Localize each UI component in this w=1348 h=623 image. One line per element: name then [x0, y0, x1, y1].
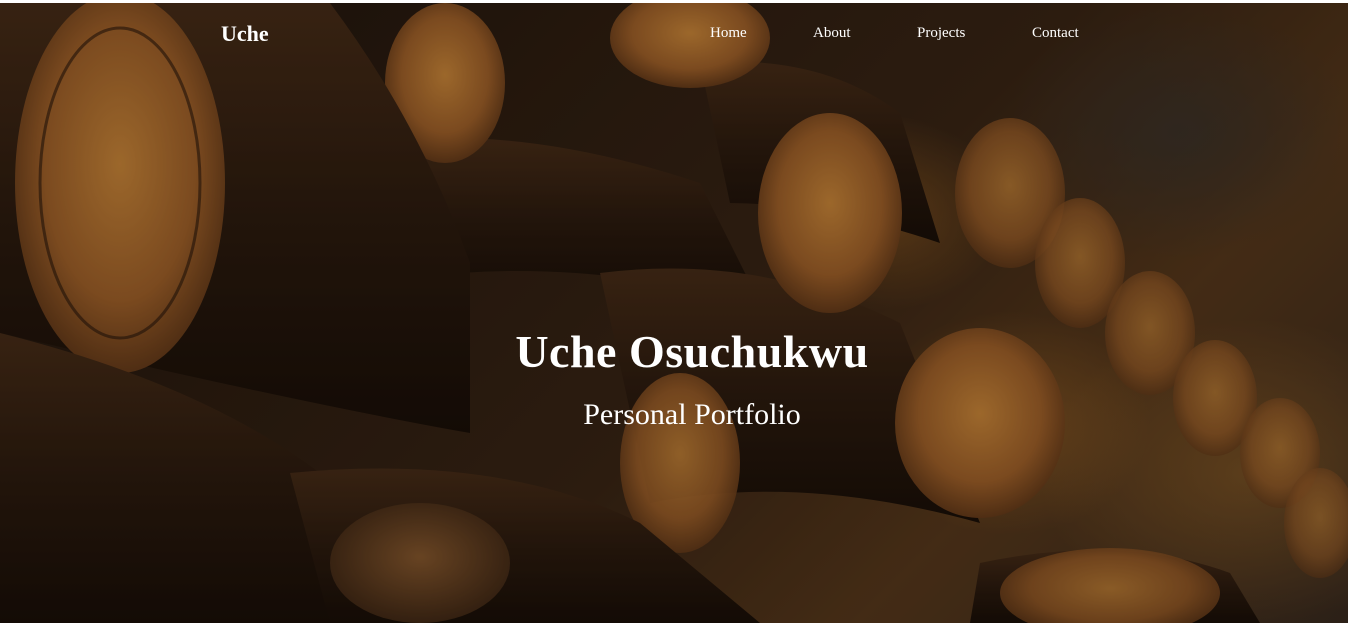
- brand-logo-link[interactable]: Uche: [221, 21, 269, 47]
- nav-link-contact[interactable]: Contact: [1032, 25, 1079, 42]
- hero-section: Uche Home About Projects Contact Uche Os…: [0, 3, 1348, 623]
- top-navbar: Uche Home About Projects Contact: [0, 3, 1348, 63]
- nav-link-projects[interactable]: Projects: [917, 25, 965, 42]
- nav-link-home[interactable]: Home: [710, 25, 747, 42]
- hero-subtitle: Personal Portfolio: [583, 398, 801, 431]
- barrels-background-image: [0, 3, 1348, 623]
- nav-link-about[interactable]: About: [813, 25, 851, 42]
- hero-title: Uche Osuchukwu: [515, 326, 869, 377]
